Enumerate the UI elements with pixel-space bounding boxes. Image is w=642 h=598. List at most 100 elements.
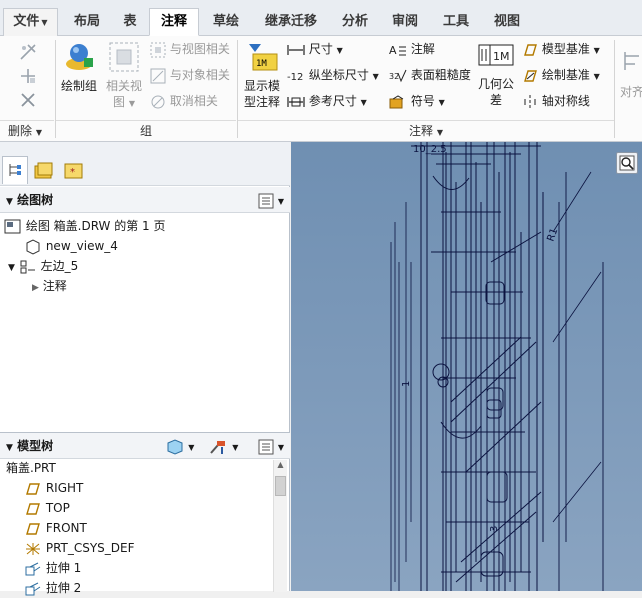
tab-view[interactable]: 视图 — [484, 8, 530, 36]
tab-tools[interactable]: 工具 — [432, 8, 480, 36]
collapse-icon[interactable]: ▼ — [6, 197, 13, 207]
delete-group-footer[interactable]: 删除 ▼ — [0, 120, 54, 140]
tree-item-front[interactable]: FRONT — [24, 518, 87, 538]
split-icon[interactable] — [18, 66, 38, 86]
coordinate-system-icon — [26, 542, 40, 555]
tab-review[interactable]: 审阅 — [382, 8, 428, 36]
dimension-icon — [287, 44, 305, 55]
zoom-button[interactable] — [616, 152, 638, 174]
extrude-icon — [25, 582, 41, 595]
favorites-nav-tab[interactable]: * — [61, 158, 87, 184]
cancel-related-icon — [151, 95, 165, 108]
related-view-button[interactable]: 相关视 图 ▼ — [103, 40, 145, 112]
draw-datum-button[interactable]: 绘制基准 ▼ — [522, 66, 600, 84]
expand-right-icon[interactable]: ▶ — [32, 283, 39, 293]
list-settings-icon — [258, 439, 274, 454]
dimension-text-bottom[interactable]: 3 — [489, 526, 500, 532]
drawing-view-lines[interactable]: 10_2.5 R1 1 3 — [291, 142, 642, 591]
chevron-down-icon: ▼ — [277, 443, 284, 452]
axis-symmetry-button[interactable]: 轴对称线 — [522, 92, 590, 110]
note-button[interactable]: A 注解 — [389, 40, 435, 58]
model-tree-scrollbar[interactable]: ▲ — [273, 460, 287, 592]
object-related-button[interactable]: 与对象相关 — [150, 66, 230, 84]
view-label: new_view_4 — [45, 239, 118, 253]
drawing-canvas[interactable]: 10_2.5 R1 1 3 — [291, 142, 642, 591]
symbol-button[interactable]: 符号 ▼ — [389, 92, 445, 110]
dimension-button[interactable]: 尺寸 ▼ — [287, 40, 343, 58]
cancel-related-label: 取消相关 — [169, 94, 218, 108]
scroll-up-icon[interactable]: ▲ — [274, 460, 287, 474]
show-filter-button[interactable]: ▼ — [166, 433, 194, 461]
layer-row[interactable]: ▼ 左边_5 — [8, 256, 78, 276]
tree-item-right[interactable]: RIGHT — [24, 478, 83, 498]
tab-annotate[interactable]: 注释 — [149, 8, 199, 36]
dimension-text-top[interactable]: 10_2.5 — [413, 144, 447, 155]
drawing-tree-panel: * ▼ 绘图树 ▼ 绘图 箱盖.DRW 的第 1 页 new_view_4 ▼ … — [0, 142, 290, 432]
model-tree-header[interactable]: ▼ 模型树 ▼ ▼ ▼ — [0, 433, 290, 459]
view-related-icon — [150, 42, 166, 57]
collapse-icon[interactable]: ▼ — [6, 443, 13, 453]
tree-item-top[interactable]: TOP — [24, 498, 70, 518]
align-button[interactable]: 对齐 — [618, 50, 642, 100]
draw-datum-label: 绘制基准 — [541, 68, 590, 82]
model-datum-label: 模型基准 — [541, 42, 590, 56]
axis-symmetry-icon — [524, 94, 536, 109]
drawing-sheet-icon — [4, 219, 21, 233]
reference-dimension-button[interactable]: 参考尺寸 ▼ — [287, 92, 367, 110]
svg-text:-12: -12 — [287, 72, 303, 83]
align-label: 对齐 — [619, 85, 642, 99]
surface-finish-icon: 32 — [389, 69, 407, 82]
chevron-down-icon: ▼ — [593, 46, 600, 55]
delete-tools — [14, 40, 42, 118]
ordinate-dimension-label: 纵坐标尺寸 — [308, 68, 369, 82]
tools-icon — [210, 440, 225, 454]
chevron-down-icon: ▼ — [128, 99, 135, 108]
tab-analysis[interactable]: 分析 — [332, 8, 378, 36]
symbol-label: 符号 — [410, 94, 435, 108]
group-group-label: 组 — [139, 124, 152, 138]
model-tree-nav-tab[interactable] — [2, 156, 28, 184]
list-settings-icon — [258, 193, 274, 208]
tree-item-extrude-1[interactable]: 拉伸 1 — [24, 558, 81, 578]
show-model-label-1: 显示模 — [243, 79, 280, 93]
annotation-group-footer[interactable]: 注释 ▼ — [238, 120, 614, 140]
drawing-tree-settings[interactable]: ▼ — [258, 187, 284, 215]
view-icon — [26, 238, 40, 255]
chevron-down-icon: ▼ — [232, 443, 239, 452]
model-tree-settings[interactable]: ▼ — [258, 433, 284, 461]
ordinate-dimension-button[interactable]: -12 纵坐标尺寸 ▼ — [287, 66, 379, 84]
delete-segment-icon[interactable] — [18, 42, 38, 62]
model-datum-button[interactable]: 模型基准 ▼ — [522, 40, 600, 58]
cancel-related-button[interactable]: 取消相关 — [150, 92, 218, 110]
file-menu-tab[interactable]: 文件 ▼ — [3, 8, 58, 36]
tree-item-csys[interactable]: PRT_CSYS_DEF — [24, 538, 135, 558]
tab-layout[interactable]: 布局 — [63, 8, 111, 36]
dimension-text-left[interactable]: 1 — [401, 381, 412, 387]
ribbon-panel: 删除 ▼ 绘制组 相关视 图 ▼ 与视图相关 与对象相关 取消相关 组 1M 显… — [0, 36, 642, 142]
surface-finish-button[interactable]: 32 表面粗糙度 — [389, 66, 471, 84]
tab-table[interactable]: 表 — [113, 8, 147, 36]
show-model-annotations-button[interactable]: 1M 显示模 型注释 — [241, 40, 283, 110]
expand-icon[interactable]: ▼ — [8, 263, 15, 273]
chevron-down-icon: ▼ — [277, 197, 284, 206]
geometric-tolerance-button[interactable]: 1M 几何公 差 — [474, 40, 518, 108]
tree-item-extrude-2[interactable]: 拉伸 2 — [24, 578, 81, 598]
tab-sketch[interactable]: 草绘 — [202, 8, 250, 36]
tab-legacy-migration[interactable]: 继承迁移 — [252, 8, 330, 36]
scroll-thumb[interactable] — [275, 476, 286, 496]
delete-x-icon[interactable] — [18, 90, 38, 110]
model-root-row[interactable]: 箱盖.PRT — [6, 458, 56, 478]
tree-item-csys-label: PRT_CSYS_DEF — [45, 541, 135, 555]
svg-text:A: A — [389, 44, 397, 57]
folder-nav-tab[interactable] — [31, 158, 57, 184]
drawing-tree-header[interactable]: ▼ 绘图树 ▼ — [0, 187, 290, 213]
drawing-sheet-row[interactable]: 绘图 箱盖.DRW 的第 1 页 — [4, 216, 166, 236]
view-row[interactable]: new_view_4 — [24, 236, 118, 256]
draw-group-button[interactable]: 绘制组 — [60, 40, 98, 94]
chevron-down-icon: ▼ — [188, 443, 195, 452]
view-related-button[interactable]: 与视图相关 — [150, 40, 230, 58]
geometric-tolerance-label-1: 几何公 — [477, 77, 514, 91]
tree-tools-button[interactable]: ▼ — [208, 433, 238, 461]
dimension-text-radius[interactable]: R1 — [545, 227, 560, 243]
annotation-row[interactable]: ▶ 注释 — [32, 276, 67, 296]
